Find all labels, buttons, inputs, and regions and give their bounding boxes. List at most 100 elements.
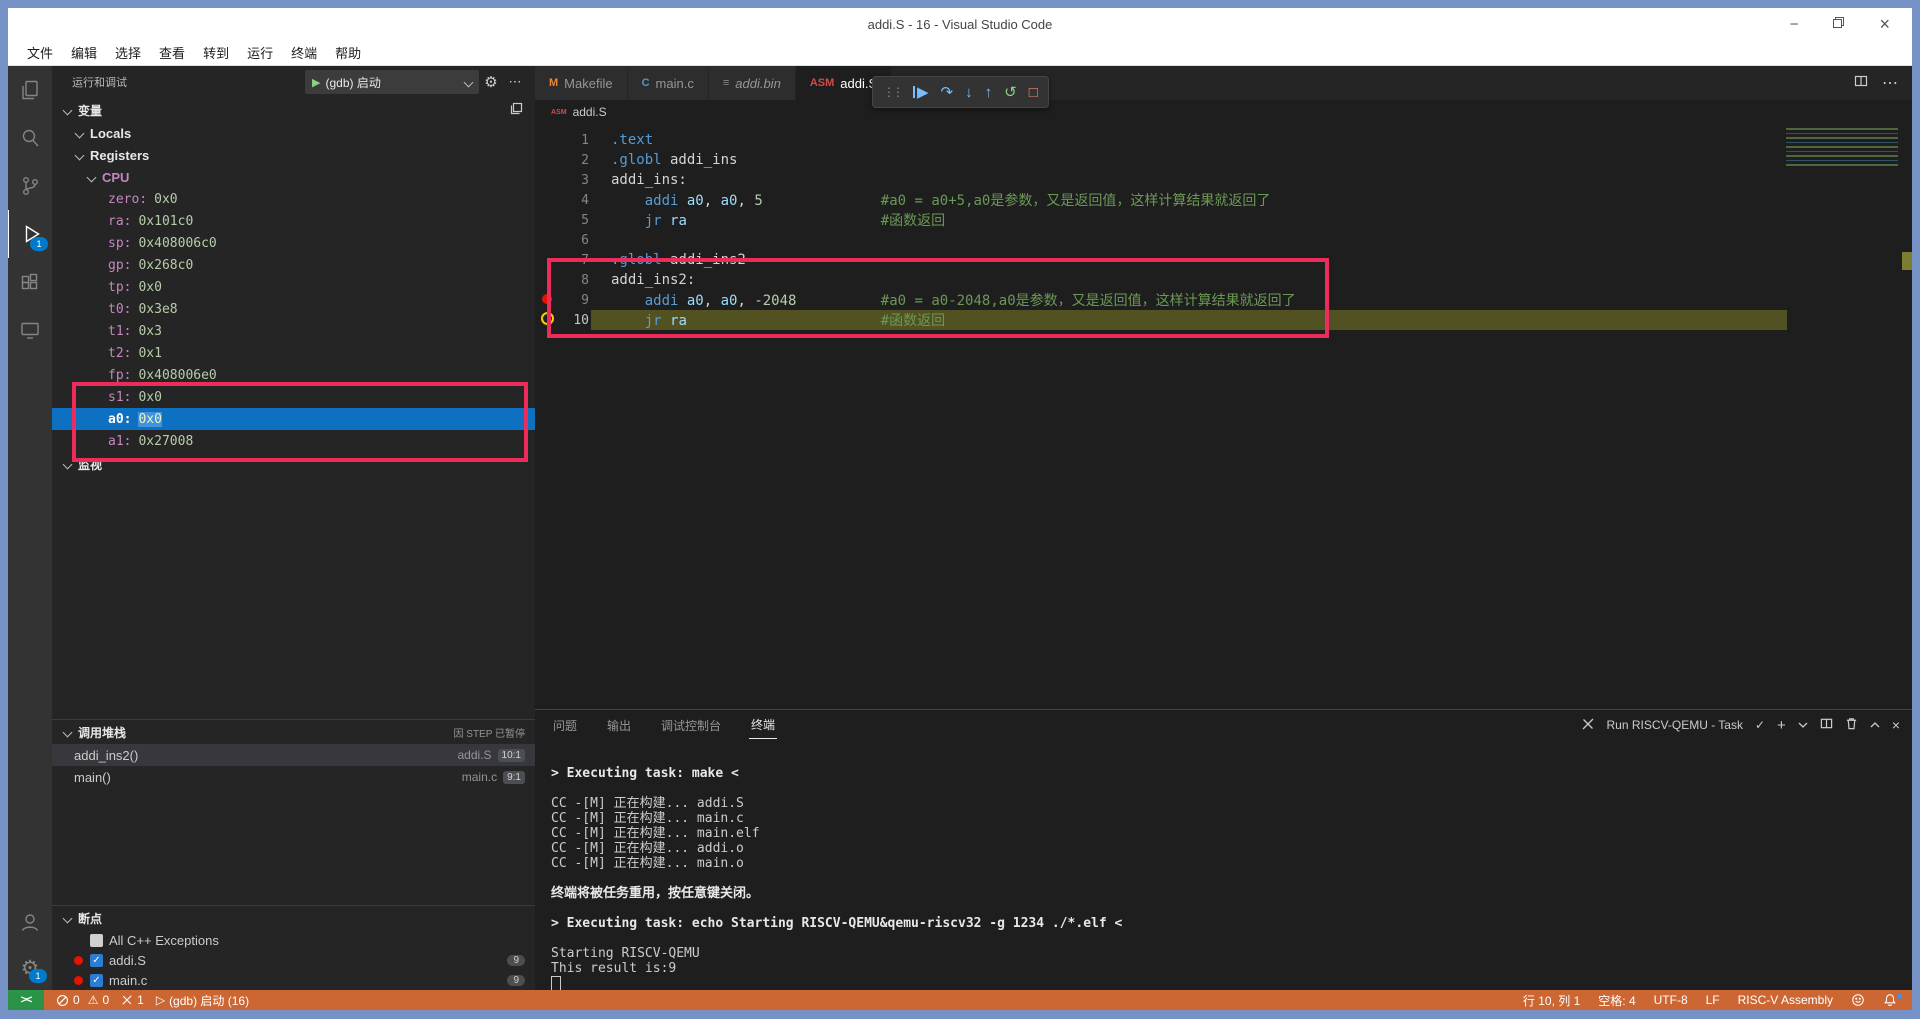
current-step-gutter-icon[interactable] <box>535 311 559 329</box>
notifications-bell-icon[interactable] <box>1878 993 1902 1007</box>
breakpoint-checkbox[interactable]: ✓ <box>90 973 103 987</box>
source-control-button[interactable] <box>8 162 52 210</box>
settings-button[interactable]: ⚙ 1 <box>8 946 52 990</box>
breakpoint-row[interactable]: All C++ Exceptions <box>52 930 535 950</box>
eol-setting[interactable]: LF <box>1701 993 1725 1007</box>
variables-section-header[interactable]: 变量 <box>52 98 535 122</box>
register-row[interactable]: sp: 0x408006c0 <box>52 232 535 254</box>
code-line[interactable]: 8 addi_ins2: <box>535 270 1912 290</box>
kill-terminal-icon[interactable] <box>1845 717 1858 733</box>
panel-tab[interactable]: 终端 <box>749 711 778 739</box>
code-line[interactable]: 1 .text <box>535 130 1912 150</box>
code-editor[interactable]: 1 .text 2 .globl addi_ins 3 addi_ins: 4 addi a… <box>535 124 1912 709</box>
maximize-panel-icon[interactable] <box>1870 718 1880 732</box>
tab-main-c[interactable]: C main.c <box>627 66 709 100</box>
encoding-setting[interactable]: UTF-8 <box>1649 993 1693 1007</box>
register-row[interactable]: t0: 0x3e8 <box>52 298 535 320</box>
call-stack-section-header[interactable]: 调用堆栈 因 STEP 已暂停 <box>52 719 535 744</box>
code-line[interactable]: 4 addi a0, a0, 5 #a0 = a0+5,a0是参数，又是返回值，… <box>535 190 1912 210</box>
menu-item[interactable]: 运行 <box>238 44 282 63</box>
stop-button[interactable]: □ <box>1029 85 1038 100</box>
indentation-setting[interactable]: 空格: 4 <box>1593 992 1640 1009</box>
code-line[interactable]: 2 .globl addi_ins <box>535 150 1912 170</box>
account-button[interactable] <box>8 898 52 946</box>
debug-session-status[interactable]: ▷ (gdb) 启动 (16) <box>150 992 255 1009</box>
breakpoint-checkbox[interactable] <box>90 933 103 947</box>
debug-settings-gear[interactable]: ⚙ <box>479 73 503 91</box>
close-panel-icon[interactable]: × <box>1892 717 1900 733</box>
restart-button[interactable]: ↺ <box>1004 85 1017 100</box>
code-line[interactable]: 3 addi_ins: <box>535 170 1912 190</box>
continue-button[interactable]: ▶ <box>913 85 929 100</box>
register-row[interactable]: fp: 0x408006e0 <box>52 364 535 386</box>
minimap[interactable] <box>1786 128 1898 168</box>
terminal-dropdown-icon[interactable] <box>1798 718 1808 732</box>
language-mode[interactable]: RISC-V Assembly <box>1733 993 1838 1007</box>
menu-item[interactable]: 终端 <box>282 44 326 63</box>
panel-tab[interactable]: 问题 <box>551 712 579 739</box>
menu-item[interactable]: 选择 <box>106 44 150 63</box>
register-row[interactable]: a0: 0x0 <box>52 408 535 430</box>
remote-explorer-button[interactable] <box>8 306 52 354</box>
run-debug-button[interactable]: 1 <box>8 210 53 258</box>
register-row[interactable]: t2: 0x1 <box>52 342 535 364</box>
register-row[interactable]: s1: 0x0 <box>52 386 535 408</box>
close-button[interactable]: × <box>1879 15 1890 33</box>
split-editor-icon[interactable] <box>1854 74 1868 93</box>
terminal-task-label[interactable]: Run RISCV-QEMU - Task <box>1607 718 1743 732</box>
feedback-icon[interactable] <box>1846 993 1870 1007</box>
register-row[interactable]: t1: 0x3 <box>52 320 535 342</box>
launch-config-dropdown[interactable]: ▶ (gdb) 启动 <box>305 70 479 94</box>
watch-section-header[interactable]: 监视 <box>52 452 535 476</box>
breakpoint-checkbox[interactable]: ✓ <box>90 953 103 967</box>
menu-item[interactable]: 文件 <box>18 44 62 63</box>
stack-frame[interactable]: main() main.c 9:1 <box>52 766 535 788</box>
breakpoint-row[interactable]: ✓ main.c 9 <box>52 970 535 990</box>
panes-icon[interactable] <box>510 102 535 118</box>
new-terminal-button[interactable]: + <box>1777 717 1786 734</box>
register-row[interactable]: gp: 0x268c0 <box>52 254 535 276</box>
menu-item[interactable]: 转到 <box>194 44 238 63</box>
register-row[interactable]: zero: 0x0 <box>52 188 535 210</box>
breakpoints-section-header[interactable]: 断点 <box>52 905 535 930</box>
register-row[interactable]: tp: 0x0 <box>52 276 535 298</box>
remote-indicator[interactable]: >< <box>8 990 44 1010</box>
code-line[interactable]: 6 <box>535 230 1912 250</box>
running-tasks-status[interactable]: 1 <box>115 993 150 1007</box>
panel-tab[interactable]: 输出 <box>605 712 633 739</box>
step-out-button[interactable]: ↑ <box>985 85 993 100</box>
code-line[interactable]: 9 addi a0, a0, -2048 #a0 = a0-2048,a0是参数… <box>535 290 1912 310</box>
editor-more-actions-icon[interactable]: ⋯ <box>1882 73 1898 93</box>
split-terminal-icon[interactable] <box>1820 717 1833 733</box>
panel-tab[interactable]: 调试控制台 <box>659 712 723 739</box>
minimize-button[interactable]: − <box>1790 17 1799 32</box>
code-line[interactable]: 10 jr ra #函数返回 <box>535 310 1912 330</box>
search-button[interactable] <box>8 114 52 162</box>
tab-addi-bin[interactable]: ≡ addi.bin <box>708 66 796 100</box>
register-row[interactable]: a1: 0x27008 <box>52 430 535 452</box>
menu-item[interactable]: 查看 <box>150 44 194 63</box>
cpu-row[interactable]: CPU <box>52 166 535 188</box>
step-over-button[interactable]: ↷ <box>941 85 954 100</box>
maximize-button[interactable] <box>1832 16 1845 32</box>
terminal-output[interactable]: > Executing task: make < CC -[M] 正在构建... … <box>535 740 1912 990</box>
breakpoint-row[interactable]: ✓ addi.S 9 <box>52 950 535 970</box>
explorer-button[interactable] <box>8 66 52 114</box>
menu-item[interactable]: 编辑 <box>62 44 106 63</box>
drag-grip-icon[interactable]: ⋮⋮ <box>883 85 904 99</box>
tab-makefile[interactable]: M Makefile <box>535 66 628 100</box>
breadcrumb[interactable]: ASM addi.S <box>535 100 1912 124</box>
code-line[interactable]: 5 jr ra #函数返回 <box>535 210 1912 230</box>
more-actions-icon[interactable]: ⋯ <box>503 74 527 90</box>
registers-row[interactable]: Registers <box>52 144 535 166</box>
problems-status[interactable]: 0 ⚠ 0 <box>50 993 115 1007</box>
breakpoint-gutter-icon[interactable] <box>535 292 559 308</box>
step-into-button[interactable]: ↓ <box>965 85 973 100</box>
menu-item[interactable]: 帮助 <box>326 44 370 63</box>
register-row[interactable]: ra: 0x101c0 <box>52 210 535 232</box>
extensions-button[interactable] <box>8 258 52 306</box>
locals-row[interactable]: Locals <box>52 122 535 144</box>
cursor-position[interactable]: 行 10, 列 1 <box>1518 992 1585 1009</box>
stack-frame[interactable]: addi_ins2() addi.S 10:1 <box>52 744 535 766</box>
code-line[interactable]: 7 .globl addi_ins2 <box>535 250 1912 270</box>
